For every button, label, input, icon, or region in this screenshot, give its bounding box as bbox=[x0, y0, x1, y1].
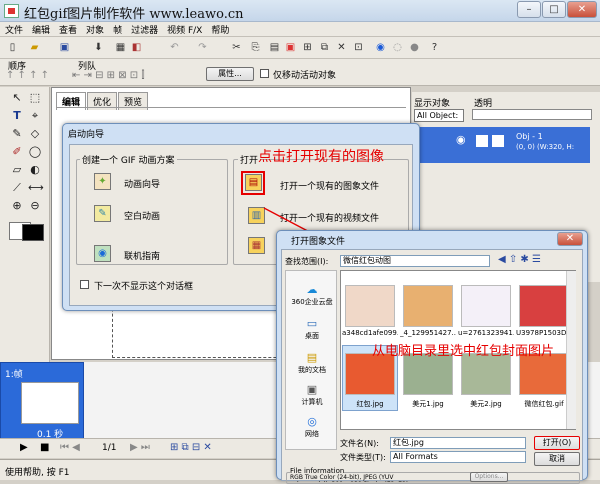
file-list-scrollbar[interactable] bbox=[566, 271, 576, 429]
options-button[interactable]: Options... bbox=[470, 472, 508, 482]
folder-nav-icons[interactable]: ◀ ⇧ ✱ ☰ bbox=[498, 254, 541, 265]
file-thumb-6[interactable] bbox=[403, 353, 453, 395]
file-name-4[interactable]: U3978P1503D... bbox=[516, 329, 572, 337]
place-network[interactable]: ◎ 网络 bbox=[286, 415, 338, 439]
file-name-3[interactable]: u=2761323941... bbox=[458, 329, 514, 337]
annotation-bottom: 从电脑目录里选中红包封面图片 bbox=[372, 344, 555, 359]
look-in-label: 查找范围(I): bbox=[285, 257, 329, 266]
filetype-select[interactable]: All Formats bbox=[390, 451, 526, 463]
file-name-7[interactable]: 美元2.jpg bbox=[458, 399, 514, 409]
file-thumb-5[interactable] bbox=[345, 353, 395, 395]
filetype-label: 文件类型(T): bbox=[340, 453, 386, 462]
place-documents[interactable]: ▤ 我的文档 bbox=[286, 351, 338, 375]
place-desktop-label: 桌面 bbox=[305, 332, 319, 340]
look-in-select[interactable]: 微信红包动图 bbox=[340, 255, 490, 267]
file-name-1[interactable]: a348cd1afe099... bbox=[342, 329, 398, 337]
file-thumb-7[interactable] bbox=[461, 353, 511, 395]
open-dialog-title: 打开图象文件 bbox=[291, 237, 346, 247]
open-button[interactable]: 打开(O) bbox=[534, 436, 580, 450]
cancel-button[interactable]: 取消 bbox=[534, 452, 580, 466]
filename-input[interactable]: 红包.jpg bbox=[390, 437, 526, 449]
file-thumb-4[interactable] bbox=[519, 285, 569, 327]
place-computer[interactable]: ▣ 计算机 bbox=[286, 383, 338, 407]
file-name-6[interactable]: 美元1.jpg bbox=[400, 399, 456, 409]
file-name-5[interactable]: 红包.jpg bbox=[342, 399, 398, 409]
place-desktop[interactable]: ▭ 桌面 bbox=[286, 317, 338, 341]
place-cloud[interactable]: ☁ 360企业云盘 bbox=[286, 283, 338, 307]
file-thumb-3[interactable] bbox=[461, 285, 511, 327]
file-thumb-2[interactable] bbox=[403, 285, 453, 327]
places-bar: ☁ 360企业云盘 ▭ 桌面 ▤ 我的文档 ▣ 计算机 ◎ 网络 bbox=[285, 270, 337, 450]
place-computer-label: 计算机 bbox=[301, 398, 323, 406]
file-thumb-8[interactable] bbox=[519, 353, 569, 395]
file-info-text: RGB True Color (24-bit), JPEG (YUV color… bbox=[290, 474, 408, 482]
file-name-8[interactable]: 微信红包.gif bbox=[516, 399, 572, 409]
place-network-label: 网络 bbox=[305, 430, 319, 438]
place-documents-label: 我的文档 bbox=[298, 366, 326, 374]
place-cloud-label: 360企业云盘 bbox=[291, 298, 333, 306]
file-thumb-1[interactable] bbox=[345, 285, 395, 327]
open-dialog-body: 查找范围(I): 微信红包动图 ◀ ⇧ ✱ ☰ ☁ 360企业云盘 ▭ 桌面 ▤ 我的… bbox=[281, 249, 583, 484]
file-name-2[interactable]: _4_129951427... bbox=[400, 329, 456, 337]
open-dialog-close-button[interactable]: ✕ bbox=[557, 232, 583, 246]
filename-label: 文件名(N): bbox=[340, 439, 379, 448]
